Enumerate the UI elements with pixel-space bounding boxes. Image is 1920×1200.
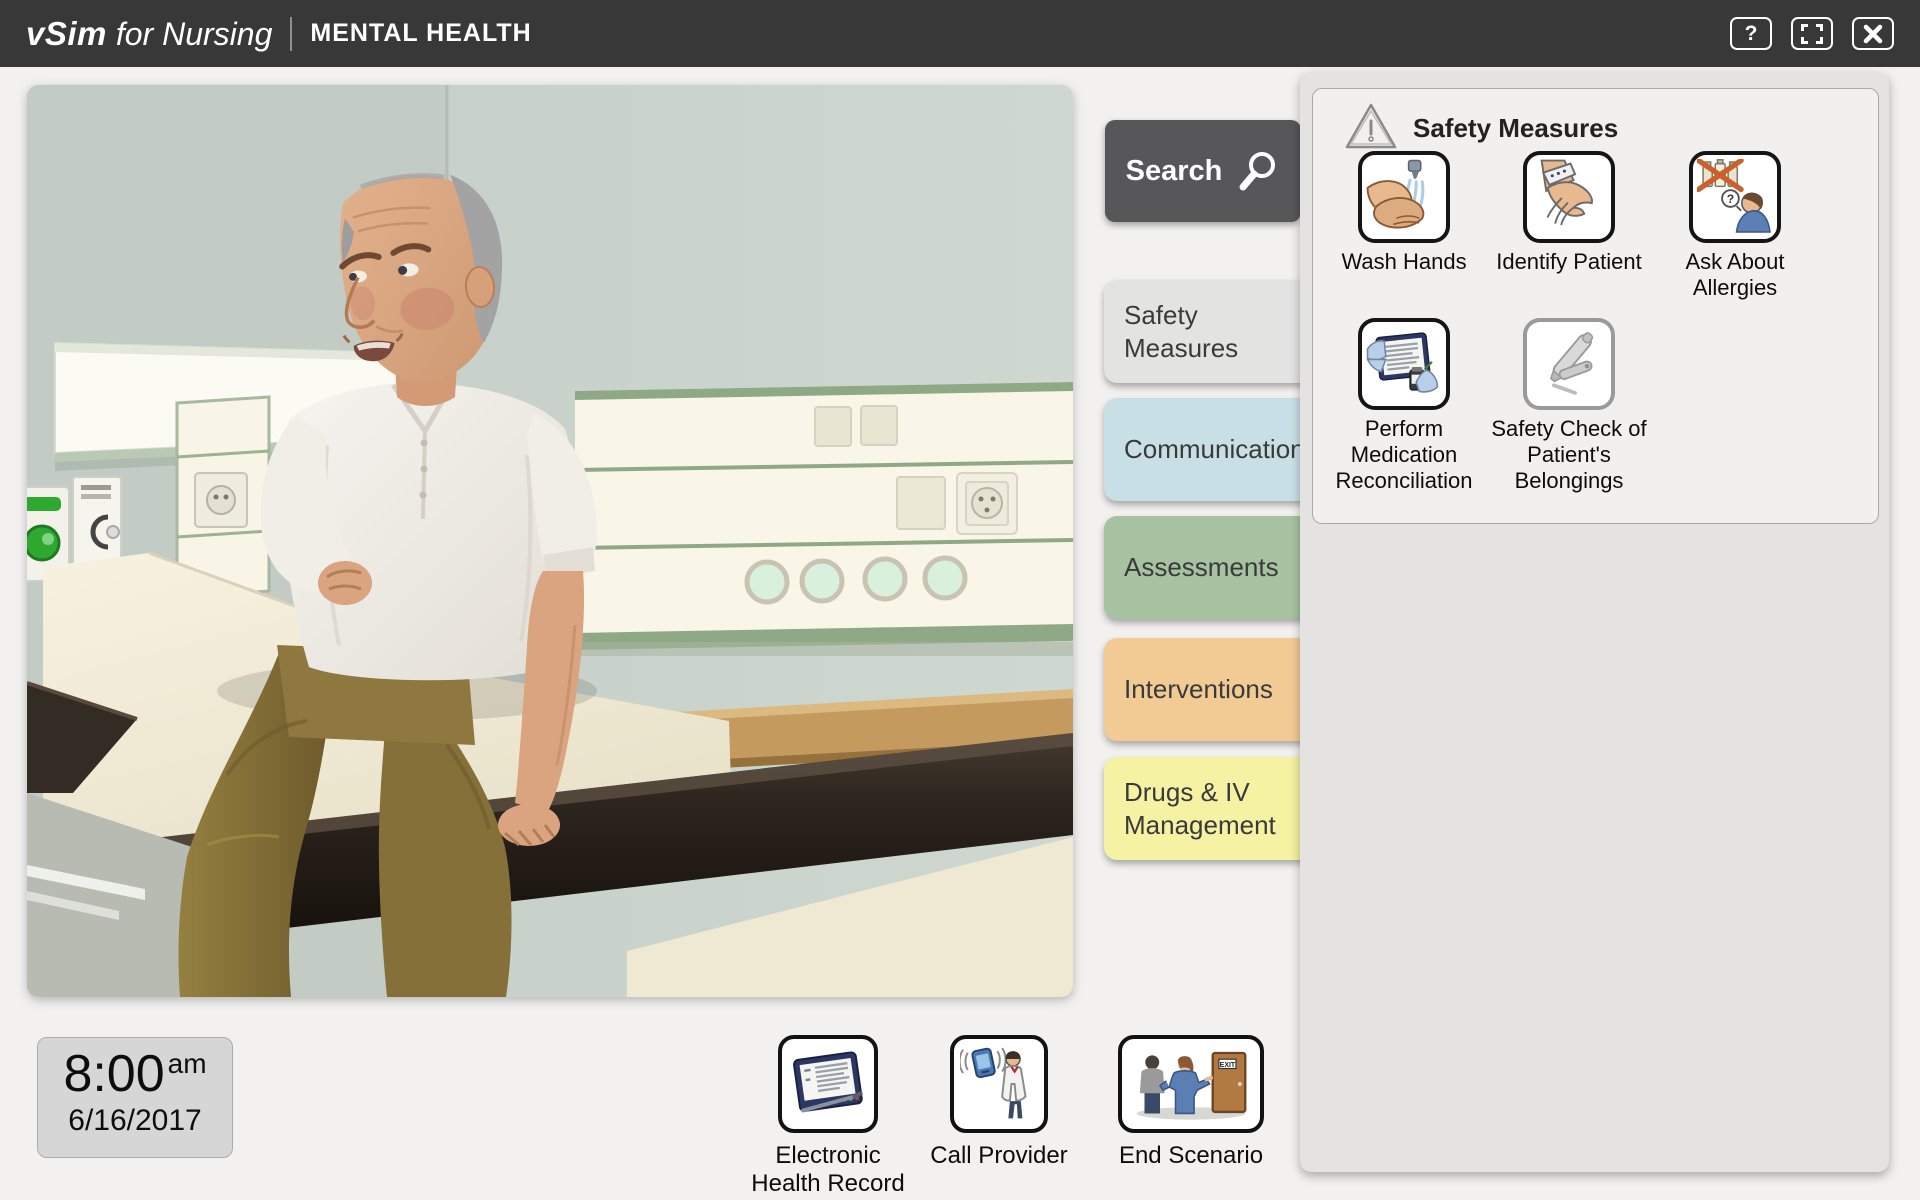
safety-measures-panel: Safety Measures Wash Hands bbox=[1312, 88, 1879, 524]
wash-hands-icon bbox=[1366, 159, 1442, 235]
brand-for-nursing: for Nursing bbox=[116, 16, 273, 53]
nail-clippers-icon bbox=[1531, 326, 1607, 402]
tab-label: Drugs & IV Management bbox=[1124, 776, 1276, 841]
action-label: Ask About Allergies bbox=[1650, 249, 1820, 301]
exit-door-icon: EXIT bbox=[1129, 1045, 1253, 1123]
close-button[interactable] bbox=[1852, 17, 1894, 50]
tab-label: Interventions bbox=[1124, 673, 1273, 706]
vsim-app: vSim for Nursing MENTAL HEALTH ? bbox=[0, 0, 1920, 1200]
action-label: Identify Patient bbox=[1484, 249, 1654, 275]
tab-label: Communication bbox=[1124, 433, 1305, 466]
tab-safety-measures[interactable]: Safety Measures bbox=[1104, 280, 1320, 383]
magnifier-icon bbox=[1236, 149, 1280, 193]
app-brand: vSim for Nursing MENTAL HEALTH bbox=[26, 15, 532, 53]
ask-about-allergies-button[interactable]: ? bbox=[1689, 151, 1781, 243]
action-label: Wash Hands bbox=[1319, 249, 1489, 275]
module-title: MENTAL HEALTH bbox=[310, 19, 531, 48]
title-bar: vSim for Nursing MENTAL HEALTH ? bbox=[0, 0, 1920, 67]
brand-vsim: vSim bbox=[26, 15, 107, 53]
ehr-label: Electronic Health Record bbox=[743, 1142, 913, 1198]
call-provider-label: Call Provider bbox=[914, 1142, 1084, 1170]
svg-text:EXIT: EXIT bbox=[1220, 1062, 1236, 1069]
panel-title: Safety Measures bbox=[1413, 113, 1618, 144]
search-button[interactable]: Search bbox=[1105, 120, 1301, 222]
warning-triangle-icon bbox=[1343, 101, 1399, 156]
identify-patient-button[interactable] bbox=[1523, 151, 1615, 243]
brand-divider bbox=[290, 17, 292, 51]
sim-date: 6/16/2017 bbox=[38, 1104, 232, 1138]
sim-time: 8:00am bbox=[38, 1048, 232, 1100]
search-label: Search bbox=[1126, 155, 1223, 188]
medication-reconciliation-icon bbox=[1366, 326, 1442, 402]
tab-label: Safety Measures bbox=[1124, 299, 1276, 364]
action-panel: Safety Measures Wash Hands bbox=[1300, 72, 1889, 1172]
end-scenario-button[interactable]: EXIT bbox=[1118, 1035, 1264, 1133]
phone-doctor-icon bbox=[960, 1045, 1038, 1123]
belongings-check-button[interactable] bbox=[1523, 318, 1615, 410]
svg-text:?: ? bbox=[1727, 192, 1734, 206]
wash-hands-button[interactable] bbox=[1358, 151, 1450, 243]
identify-patient-icon bbox=[1531, 159, 1607, 235]
ehr-button[interactable] bbox=[778, 1035, 878, 1133]
fullscreen-button[interactable] bbox=[1791, 17, 1833, 50]
tab-drugs-iv-management[interactable]: Drugs & IV Management bbox=[1104, 757, 1320, 860]
ehr-tablet-icon bbox=[789, 1045, 867, 1123]
medication-reconciliation-button[interactable] bbox=[1358, 318, 1450, 410]
expand-arrows-icon bbox=[1800, 23, 1824, 45]
tab-label: Assessments bbox=[1124, 551, 1279, 584]
ask-about-allergies-icon: ? bbox=[1697, 159, 1773, 235]
patient-room-view bbox=[27, 85, 1073, 997]
question-icon: ? bbox=[1745, 22, 1758, 46]
window-buttons: ? bbox=[1730, 17, 1894, 50]
action-label: Perform Medication Reconciliation bbox=[1319, 416, 1489, 494]
end-scenario-label: End Scenario bbox=[1101, 1142, 1281, 1170]
sim-clock: 8:00am 6/16/2017 bbox=[37, 1037, 233, 1158]
call-provider-button[interactable] bbox=[950, 1035, 1048, 1133]
tab-communication[interactable]: Communication bbox=[1104, 398, 1320, 501]
tab-assessments[interactable]: Assessments bbox=[1104, 516, 1320, 619]
tab-interventions[interactable]: Interventions bbox=[1104, 638, 1320, 741]
time-value: 8:00 bbox=[63, 1045, 164, 1103]
help-button[interactable]: ? bbox=[1730, 17, 1772, 50]
close-icon bbox=[1863, 24, 1883, 44]
meridiem: am bbox=[168, 1048, 207, 1079]
headwall-unit bbox=[575, 382, 1073, 656]
action-label: Safety Check of Patient's Belongings bbox=[1484, 416, 1654, 494]
